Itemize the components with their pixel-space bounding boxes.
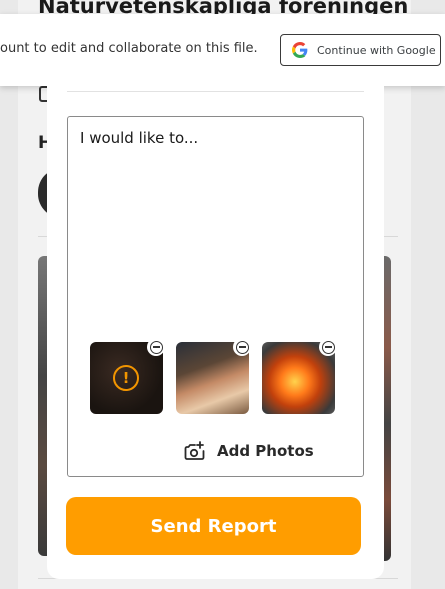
remove-attachment-button[interactable] [233,338,251,356]
continue-with-google-button[interactable]: Continue with Google [280,34,441,66]
minus-circle-icon [321,340,335,354]
attachment-thumbnail [176,338,251,414]
message-textarea[interactable]: I would like to... ! Add Photos [67,116,364,477]
modal-divider [67,91,364,92]
warning-icon: ! [113,365,139,391]
add-photos-label: Add Photos [217,442,314,460]
attachment-thumbnail [262,338,337,414]
minus-circle-icon [235,340,249,354]
google-button-label: Continue with Google [317,43,436,57]
minus-circle-icon [149,340,163,354]
remove-attachment-button[interactable] [319,338,337,356]
report-modal: I would like to... ! Add Photos Send Rep… [47,86,384,579]
signin-banner: ount to edit and collaborate on this fil… [0,14,445,86]
attachment-thumbnail: ! [90,338,165,414]
google-logo-icon [292,42,308,58]
add-photo-icon [184,441,205,460]
add-photos-button[interactable]: Add Photos [183,439,314,463]
remove-attachment-button[interactable] [147,338,165,356]
message-placeholder: I would like to... [80,129,199,147]
send-report-button[interactable]: Send Report [66,497,361,555]
banner-text: ount to edit and collaborate on this fil… [0,41,258,56]
